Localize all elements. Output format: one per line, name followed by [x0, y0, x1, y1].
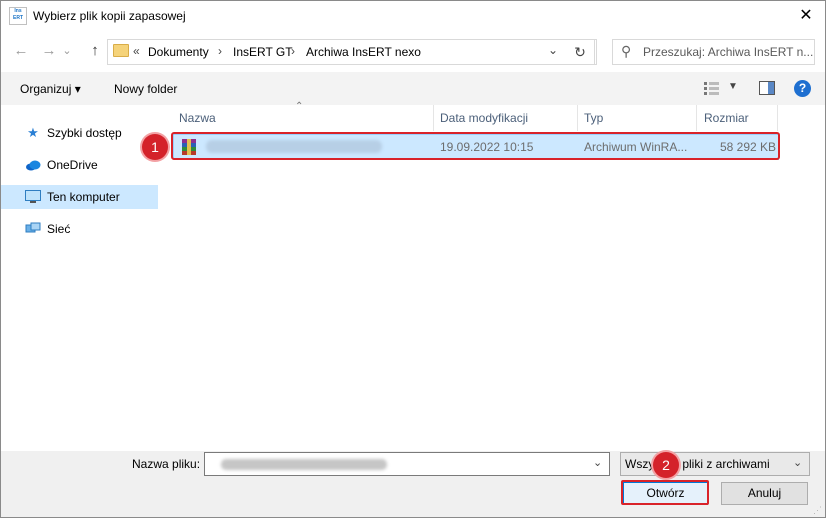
- sidebar-item-label: OneDrive: [47, 158, 98, 172]
- annotation-highlight-open: [621, 480, 709, 505]
- breadcrumb-separator: ›: [218, 44, 222, 58]
- window-title: Wybierz plik kopii zapasowej: [33, 9, 186, 23]
- close-button[interactable]: ✕: [793, 4, 819, 28]
- view-options-button[interactable]: [704, 81, 720, 95]
- annotation-badge-2: 2: [653, 452, 679, 478]
- filetype-select[interactable]: Wszystkie pliki z archiwami ⌄: [620, 452, 810, 476]
- view-dropdown-icon[interactable]: ▼: [728, 81, 738, 92]
- column-divider[interactable]: [696, 105, 697, 131]
- breadcrumb-separator: ›: [291, 44, 295, 58]
- column-header-type[interactable]: Typ: [584, 111, 603, 133]
- annotation-badge-1: 1: [142, 134, 168, 160]
- computer-icon: [25, 189, 41, 205]
- column-header-name[interactable]: Nazwa: [179, 111, 216, 133]
- help-button[interactable]: ?: [794, 80, 811, 97]
- network-icon: [25, 221, 41, 237]
- back-arrow-icon: ←: [13, 42, 29, 59]
- star-icon: ★: [27, 125, 39, 140]
- search-icon: ⚲: [621, 43, 632, 59]
- refresh-button[interactable]: ↻: [566, 39, 595, 65]
- column-header-modified[interactable]: Data modyfikacji: [440, 111, 528, 133]
- address-dropdown-icon[interactable]: ⌄: [548, 43, 558, 57]
- forward-arrow-icon: →: [41, 42, 57, 59]
- chevron-down-icon: ⌄: [62, 45, 72, 57]
- annotation-highlight-file: [171, 132, 780, 160]
- cloud-icon: [25, 157, 41, 173]
- column-divider[interactable]: [577, 105, 578, 131]
- preview-pane-button[interactable]: [759, 81, 775, 95]
- column-header-size[interactable]: Rozmiar: [704, 111, 749, 133]
- sidebar-item-siec[interactable]: Sieć: [1, 217, 158, 241]
- sidebar-item-label: Ten komputer: [47, 190, 120, 204]
- folder-icon: [113, 44, 129, 57]
- preview-pane-icon: [759, 81, 775, 95]
- address-bar[interactable]: « Dokumenty › InsERT GT › Archiwa InsERT…: [107, 39, 597, 65]
- filename-label: Nazwa pliku:: [132, 457, 201, 471]
- column-divider[interactable]: [777, 105, 778, 131]
- up-arrow-icon: ↑: [91, 42, 99, 59]
- app-logo-icon: Ins ERT: [9, 7, 27, 25]
- refresh-icon: ↻: [574, 44, 586, 60]
- title-bar: Ins ERT Wybierz plik kopii zapasowej ✕: [1, 1, 825, 32]
- filetype-selected: Wszystkie pliki z archiwami: [625, 457, 770, 471]
- organize-button[interactable]: Organizuj ▾: [20, 82, 81, 96]
- resize-grip-icon[interactable]: ⋰: [813, 505, 822, 516]
- filename-input[interactable]: ⌄: [204, 452, 610, 476]
- chevron-down-icon: ⌄: [793, 457, 803, 469]
- navigation-pane: ★ Szybki dostęp OneDrive Ten komputer Si…: [1, 105, 159, 451]
- column-divider[interactable]: [433, 105, 434, 131]
- close-icon: ✕: [799, 7, 813, 24]
- forward-button[interactable]: →: [38, 40, 60, 62]
- view-list-icon: [704, 82, 719, 95]
- sort-ascending-icon: ⌃: [295, 101, 304, 112]
- chevron-down-icon[interactable]: ⌄: [593, 456, 602, 469]
- filename-value-redacted: [221, 459, 387, 470]
- breadcrumb-archiwa[interactable]: Archiwa InsERT nexo: [306, 45, 421, 59]
- dialog-window: Ins ERT Wybierz plik kopii zapasowej ✕ ← …: [0, 0, 826, 518]
- search-input[interactable]: ⚲ Przeszukaj: Archiwa InsERT n...: [612, 39, 815, 65]
- breadcrumb-insert-gt[interactable]: InsERT GT: [233, 45, 293, 59]
- command-toolbar: Organizuj ▾ Nowy folder ▼ ?: [1, 72, 825, 105]
- cancel-button[interactable]: Anuluj: [721, 482, 808, 505]
- help-icon: ?: [798, 81, 807, 95]
- sidebar-item-label: Szybki dostęp: [47, 126, 122, 140]
- breadcrumb-overflow[interactable]: «: [133, 44, 140, 58]
- search-placeholder: Przeszukaj: Archiwa InsERT n...: [643, 45, 814, 59]
- sidebar-item-szybki-dostep[interactable]: ★ Szybki dostęp: [1, 121, 158, 145]
- new-folder-button[interactable]: Nowy folder: [114, 82, 177, 96]
- sidebar-item-onedrive[interactable]: OneDrive: [1, 153, 158, 177]
- recent-locations-button[interactable]: ⌄: [60, 40, 74, 62]
- sidebar-item-ten-komputer[interactable]: Ten komputer: [1, 185, 158, 209]
- back-button[interactable]: ←: [10, 40, 32, 62]
- sidebar-item-label: Sieć: [47, 222, 71, 236]
- breadcrumb-dokumenty[interactable]: Dokumenty: [148, 45, 209, 59]
- up-button[interactable]: ↑: [84, 40, 106, 62]
